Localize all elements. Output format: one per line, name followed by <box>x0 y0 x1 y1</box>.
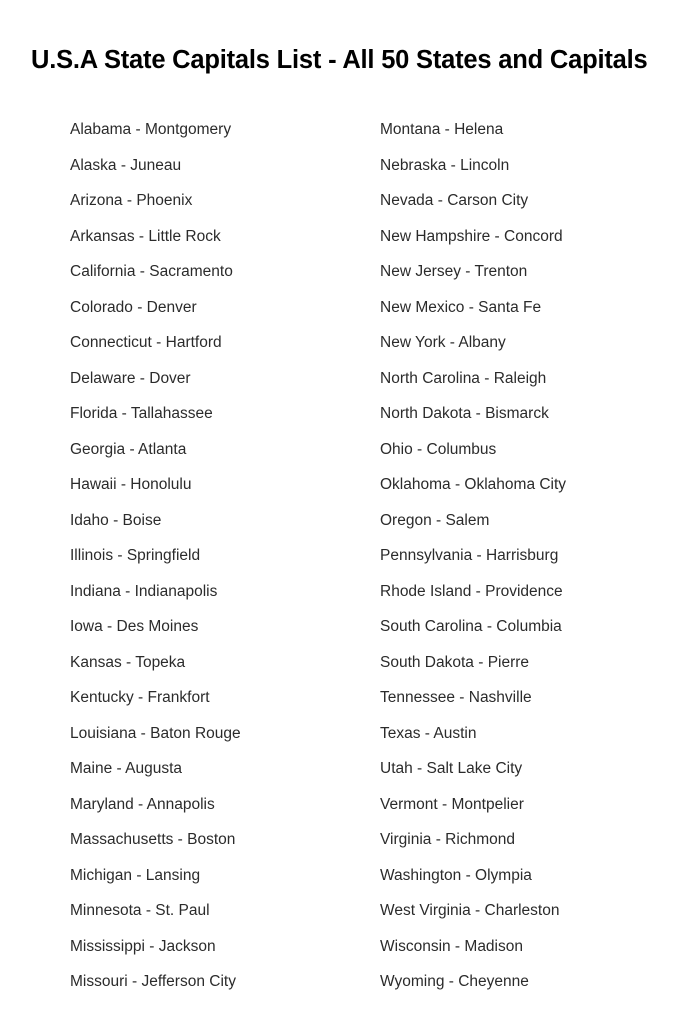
state-capital-entry: Nevada - Carson City <box>380 192 529 209</box>
state-capital-entry: Kansas - Topeka <box>70 653 186 671</box>
state-capital-entry: Illinois - Springfield <box>70 547 201 564</box>
state-capital-entry: Washington - Olympia <box>380 866 532 884</box>
state-capital-entry: Pennsylvania - Harrisburg <box>380 547 559 564</box>
state-capital-entry: Idaho - Boise <box>70 511 162 529</box>
state-capital-entry: Utah - Salt Lake City <box>380 760 523 777</box>
state-capital-entry: Iowa - Des Moines <box>70 618 199 635</box>
state-capital-entry: New Mexico - Santa Fe <box>380 298 542 316</box>
state-capital-entry: Florida - Tallahassee <box>70 405 213 422</box>
state-capital-entry: Oklahoma - Oklahoma City <box>380 476 567 493</box>
state-capitals-list: Alabama - Montgomery Alaska - Juneau Arizo… <box>0 112 699 1000</box>
state-capital-entry: Montana - Helena <box>380 121 504 138</box>
state-capital-entry: Mississippi - Jackson <box>70 937 216 955</box>
state-capital-entry: Texas - Austin <box>380 724 477 742</box>
state-capital-entry: Indiana - Indianapolis <box>70 582 218 600</box>
state-capital-entry: New Jersey - Trenton <box>380 263 528 280</box>
state-capital-entry: Wisconsin - Madison <box>380 937 523 955</box>
state-capital-entry: Minnesota - St. Paul <box>70 902 210 919</box>
state-capital-entry: Maryland - Annapolis <box>70 795 215 813</box>
state-capital-entry: Wyoming - Cheyenne <box>380 973 529 990</box>
state-capital-entry: Massachusetts - Boston <box>70 831 236 848</box>
state-capital-entry: Nebraska - Lincoln <box>380 156 510 174</box>
state-capital-entry: Louisiana - Baton Rouge <box>70 724 241 742</box>
state-capital-entry: Delaware - Dover <box>70 369 191 387</box>
state-capital-entry: Vermont - Montpelier <box>380 795 524 813</box>
state-capital-entry: Tennessee - Nashville <box>380 689 532 706</box>
state-capital-entry: South Carolina - Columbia <box>380 618 562 635</box>
state-capital-entry: Maine - Augusta <box>70 760 183 777</box>
state-capital-entry: Arizona - Phoenix <box>70 192 193 209</box>
state-capital-entry: Michigan - Lansing <box>70 866 201 884</box>
state-capital-entry: Missouri - Jefferson City <box>70 973 236 990</box>
state-capital-entry: Georgia - Atlanta <box>70 440 187 458</box>
state-capitals-column-left: Alabama - Montgomery Alaska - Juneau Arizo… <box>0 112 340 1000</box>
state-capital-entry: Virginia - Richmond <box>380 831 515 848</box>
state-capital-entry: Kentucky - Frankfort <box>70 689 210 706</box>
state-capital-entry: Alabama - Montgomery <box>70 121 232 138</box>
state-capital-entry: Oregon - Salem <box>380 511 490 529</box>
state-capital-entry: North Carolina - Raleigh <box>380 369 547 387</box>
state-capital-entry: North Dakota - Bismarck <box>380 405 549 422</box>
state-capitals-column-right: Montana - Helena Nebraska - Lincoln Nevada… <box>340 112 699 1000</box>
state-capital-entry: Hawaii - Honolulu <box>70 476 192 493</box>
state-capital-entry: Connecticut - Hartford <box>70 334 222 351</box>
state-capital-entry: Ohio - Columbus <box>380 440 497 458</box>
state-capital-entry: Arkansas - Little Rock <box>70 227 221 245</box>
state-capital-entry: New Hampshire - Concord <box>380 227 563 245</box>
document-page: U.S.A State Capitals List - All 50 State… <box>0 0 699 1024</box>
page-title: U.S.A State Capitals List - All 50 State… <box>31 46 648 75</box>
state-capital-entry: California - Sacramento <box>70 263 233 280</box>
state-capital-entry: West Virginia - Charleston <box>380 902 560 919</box>
state-capital-entry: South Dakota - Pierre <box>380 653 530 671</box>
state-capital-entry: Alaska - Juneau <box>70 156 182 174</box>
state-capital-entry: Rhode Island - Providence <box>380 582 563 600</box>
state-capital-entry: Colorado - Denver <box>70 298 197 316</box>
state-capital-entry: New York - Albany <box>380 334 506 351</box>
